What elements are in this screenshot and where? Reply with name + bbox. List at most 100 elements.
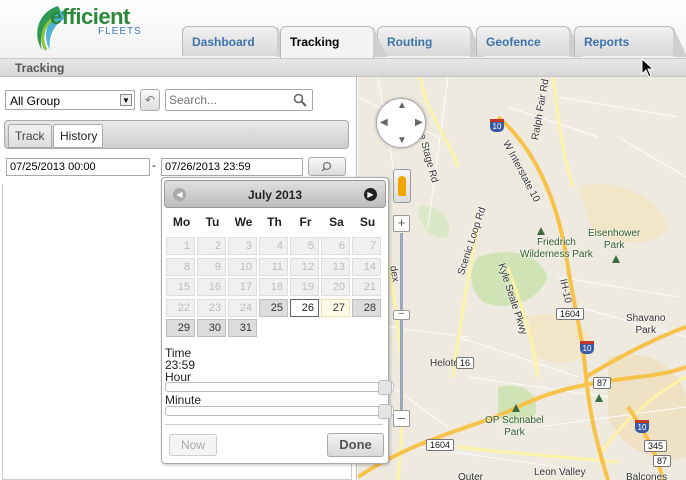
tab-tracking[interactable]: Tracking (280, 26, 387, 58)
route-shield: 87 (653, 455, 672, 467)
date-from-input[interactable] (6, 158, 150, 176)
calendar-day[interactable]: 24 (228, 298, 257, 317)
undo-button[interactable]: ↶ (140, 89, 160, 111)
weekday-label: Sa (329, 215, 344, 229)
calendar-day[interactable]: 20 (321, 278, 350, 296)
calendar-day[interactable]: 14 (352, 257, 381, 276)
weekday-label: Th (267, 215, 282, 229)
minute-slider[interactable] (165, 404, 394, 419)
pan-down-icon[interactable]: ▼ (397, 135, 407, 146)
map-view[interactable]: Boerne Stage Rd Ralph Fair Rd W Intersta… (358, 77, 686, 480)
hour-slider-handle[interactable] (378, 380, 392, 395)
route-shield: 87 (593, 377, 612, 389)
calendar-day[interactable]: 6 (321, 237, 350, 255)
tab-routing[interactable]: Routing (377, 26, 484, 57)
divider (165, 424, 383, 425)
calendar-day[interactable]: 28 (352, 298, 381, 317)
tab-history[interactable]: History (53, 124, 103, 148)
calendar-day[interactable]: 12 (290, 257, 319, 276)
calendar-day[interactable]: 17 (228, 278, 257, 296)
now-button[interactable]: Now (169, 434, 217, 456)
calendar-day[interactable]: 21 (352, 278, 381, 296)
calendar-day[interactable]: 18 (259, 278, 288, 296)
zoom-slider-track[interactable] (400, 233, 403, 411)
calendar-day[interactable]: 25 (259, 298, 288, 317)
tab-reports[interactable]: Reports (574, 26, 686, 57)
interstate-shield: 10 (580, 341, 594, 354)
next-month-icon[interactable]: ▶ (364, 188, 377, 201)
history-subtabs: Track History (4, 120, 349, 149)
search-input[interactable] (169, 93, 289, 107)
map-place-label: Shavano Park (626, 313, 666, 336)
search-box (165, 89, 313, 111)
zoom-slider-handle[interactable]: – (393, 309, 410, 320)
weekday-label: Tu (205, 215, 220, 229)
calendar-day[interactable]: 3 (228, 237, 257, 255)
logo-word-fleets: FLEETS (98, 26, 142, 37)
tab-geofence[interactable]: Geofence (476, 26, 583, 57)
calendar-day[interactable]: 23 (197, 298, 226, 317)
weekday-label: Mo (172, 215, 191, 229)
minute-slider-handle[interactable] (378, 404, 392, 419)
group-select[interactable]: All Group ▼ (5, 90, 135, 110)
calendar-day[interactable]: 1 (166, 237, 195, 255)
pegman-icon (398, 176, 406, 196)
tab-track[interactable]: Track (8, 124, 52, 148)
calendar-day[interactable]: 2 (197, 237, 226, 255)
mouse-cursor-icon (641, 58, 655, 78)
tab-dashboard[interactable]: Dashboard (182, 26, 291, 57)
history-search-button[interactable] (308, 157, 346, 176)
chevron-down-icon[interactable]: ▼ (120, 94, 132, 106)
calendar-month-title: July 2013 (247, 188, 303, 202)
map-park-label: Friedrich Wilderness Park (520, 237, 593, 260)
route-shield: 16 (456, 357, 475, 369)
section-title: Tracking (15, 61, 65, 75)
search-icon[interactable] (293, 93, 307, 107)
calendar-day[interactable]: 11 (259, 257, 288, 276)
calendar-day[interactable]: 19 (290, 278, 319, 296)
calendar-day[interactable]: 22 (166, 298, 195, 317)
date-to-input[interactable] (161, 158, 303, 176)
route-shield: 1604 (426, 439, 455, 451)
date-separator: - (152, 160, 156, 172)
calendar-day[interactable]: 5 (290, 237, 319, 255)
app-header: efficient FLEETS Dashboard Routing Geofe… (0, 0, 686, 58)
pan-right-icon[interactable]: ▶ (415, 117, 423, 128)
street-view-pegman[interactable] (393, 169, 411, 203)
zoom-out-button[interactable]: – (393, 410, 410, 427)
pan-left-icon[interactable]: ◀ (380, 117, 388, 128)
weekday-label: Fr (299, 215, 312, 229)
undo-icon: ↶ (144, 93, 156, 107)
done-button[interactable]: Done (327, 433, 384, 457)
minute-label: Minute (165, 393, 202, 407)
zoom-in-button[interactable]: + (393, 215, 410, 232)
weekday-label: We (234, 215, 253, 229)
route-shield: 345 (644, 440, 668, 452)
hour-slider[interactable] (165, 380, 394, 395)
calendar-day[interactable]: 31 (228, 319, 257, 337)
map-place-label: Outer (458, 472, 484, 480)
calendar-day[interactable]: 29 (166, 319, 195, 337)
calendar-day[interactable]: 13 (321, 257, 350, 276)
route-shield: 1604 (556, 308, 585, 320)
group-select-value: All Group (10, 94, 61, 108)
search-icon (321, 161, 332, 172)
calendar-day[interactable]: 16 (197, 278, 226, 296)
calendar-day[interactable]: 30 (197, 319, 226, 337)
calendar-day[interactable]: 27 (321, 298, 350, 317)
map-park-label: OP Schnabel Park (485, 415, 544, 438)
calendar-day[interactable]: 4 (259, 237, 288, 255)
datetime-picker: ◀ July 2013 ▶ Mo Tu We Th Fr Sa Su 1 2 3 4 5 6 7 8 9 10… (161, 177, 394, 464)
section-bar: Tracking (0, 58, 686, 77)
calendar-day[interactable]: 8 (166, 257, 195, 276)
calendar-day[interactable]: 7 (352, 237, 381, 255)
calendar-day[interactable]: 26 (290, 298, 319, 317)
pan-up-icon[interactable]: ▲ (397, 100, 407, 111)
calendar-day[interactable]: 10 (228, 257, 257, 276)
efficient-fleets-logo[interactable]: efficient FLEETS (28, 4, 148, 54)
calendar-day[interactable]: 9 (197, 257, 226, 276)
calendar-day[interactable]: 15 (166, 278, 195, 296)
map-pan-control[interactable]: ▲ ▼ ◀ ▶ (376, 98, 426, 148)
weekday-label: Su (359, 215, 376, 229)
map-place-label: Balcones (626, 472, 668, 480)
